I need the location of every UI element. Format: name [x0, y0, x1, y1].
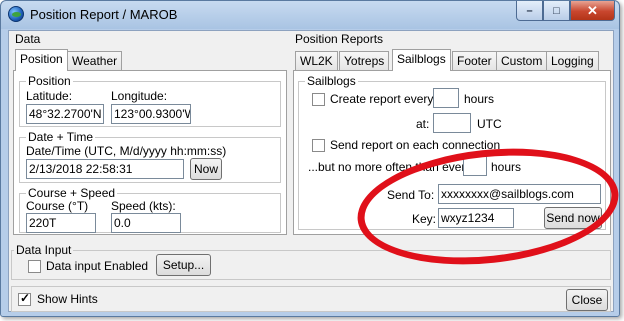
data-input-group: Data Input Data input Enabled Setup... [11, 243, 611, 280]
show-hints-label: Show Hints [37, 292, 98, 306]
data-input-enabled-label: Data input Enabled [46, 259, 149, 273]
no-more-often-label: ...but no more often than every [308, 160, 472, 174]
send-now-button[interactable]: Send now [544, 207, 602, 229]
data-group: Data Position Weather Position Latitude:… [11, 32, 287, 235]
tab-footer[interactable]: Footer [452, 51, 497, 71]
send-on-connect-checkbox[interactable] [312, 139, 325, 152]
datetime-label: Date/Time (UTC, M/d/yyyy hh:mm:ss) [26, 144, 227, 158]
course-label: Course (°T) [26, 199, 89, 213]
key-input[interactable]: wxyz1234 [438, 208, 514, 228]
position-group: Position Latitude: 48°32.2700'N Longitud… [19, 74, 281, 127]
datetime-group: Date + Time Date/Time (UTC, M/d/yyyy hh:… [19, 130, 281, 183]
sailblogs-tab-panel: Sailblogs Create report every hours at: … [293, 70, 611, 235]
speed-label: Speed (kts): [111, 199, 176, 213]
send-on-connect-label: Send report on each connection [330, 138, 501, 152]
course-speed-group-label: Course + Speed [26, 186, 118, 200]
sailblogs-group-label: Sailblogs [305, 74, 358, 88]
sailblogs-group: Sailblogs Create report every hours at: … [298, 74, 606, 230]
report-interval-input[interactable] [433, 88, 459, 108]
window-controls: – □ ✕ [516, 1, 615, 21]
latitude-label: Latitude: [26, 89, 73, 103]
at-label: at: [416, 117, 430, 131]
tab-position[interactable]: Position [15, 49, 68, 71]
window-title: Position Report / MAROB [30, 7, 178, 22]
position-reports-group: Position Reports WL2K Yotreps Sailblogs … [293, 32, 613, 235]
tab-wl2k[interactable]: WL2K [295, 51, 338, 71]
tab-weather[interactable]: Weather [67, 51, 123, 71]
position-reports-label: Position Reports [295, 32, 384, 46]
data-input-enabled-checkbox[interactable] [28, 260, 41, 273]
data-input-label: Data Input [14, 243, 74, 257]
position-tab-panel: Position Latitude: 48°32.2700'N Longitud… [13, 70, 287, 235]
setup-button[interactable]: Setup... [156, 254, 211, 276]
close-window-button[interactable]: ✕ [570, 1, 615, 21]
create-report-checkbox[interactable] [312, 93, 325, 106]
latitude-input[interactable]: 48°32.2700'N [26, 104, 104, 124]
data-group-label: Data [15, 32, 41, 46]
hours-label: hours [464, 92, 495, 106]
globe-icon [8, 6, 24, 22]
course-speed-group: Course + Speed Course (°T) 220T Speed (k… [19, 186, 281, 233]
create-report-label: Create report every [330, 92, 434, 106]
datetime-group-label: Date + Time [26, 130, 96, 144]
key-label: Key: [412, 212, 437, 226]
tab-logging[interactable]: Logging [546, 51, 599, 71]
send-to-input[interactable]: xxxxxxxx@sailblogs.com [438, 184, 601, 204]
title-bar[interactable]: Position Report / MAROB – □ ✕ [1, 1, 619, 29]
hours-label-2: hours [491, 160, 522, 174]
now-button[interactable]: Now [190, 158, 222, 180]
report-time-input[interactable] [433, 113, 471, 133]
minimize-button[interactable]: – [516, 1, 543, 21]
speed-input[interactable]: 0.0 [111, 213, 181, 233]
footer-bar: Show Hints Close [11, 286, 611, 312]
maximize-button[interactable]: □ [543, 1, 570, 21]
close-button[interactable]: Close [566, 289, 608, 311]
window: Position Report / MAROB – □ ✕ Data Posit… [0, 0, 624, 317]
show-hints-checkbox[interactable] [18, 291, 31, 306]
utc-label: UTC [477, 117, 502, 131]
min-interval-input[interactable] [463, 156, 487, 176]
tab-sailblogs[interactable]: Sailblogs [392, 49, 451, 71]
longitude-label: Longitude: [111, 89, 168, 103]
longitude-input[interactable]: 123°00.9300'W [111, 104, 191, 124]
course-input[interactable]: 220T [26, 213, 96, 233]
dialog-client: Data Position Weather Position Latitude:… [8, 30, 614, 312]
position-group-label: Position [26, 74, 73, 88]
tab-yotreps[interactable]: Yotreps [339, 51, 390, 71]
datetime-input[interactable]: 2/13/2018 22:58:31 [26, 159, 184, 179]
tab-custom[interactable]: Custom [496, 51, 548, 71]
send-to-label: Send To: [387, 188, 435, 202]
